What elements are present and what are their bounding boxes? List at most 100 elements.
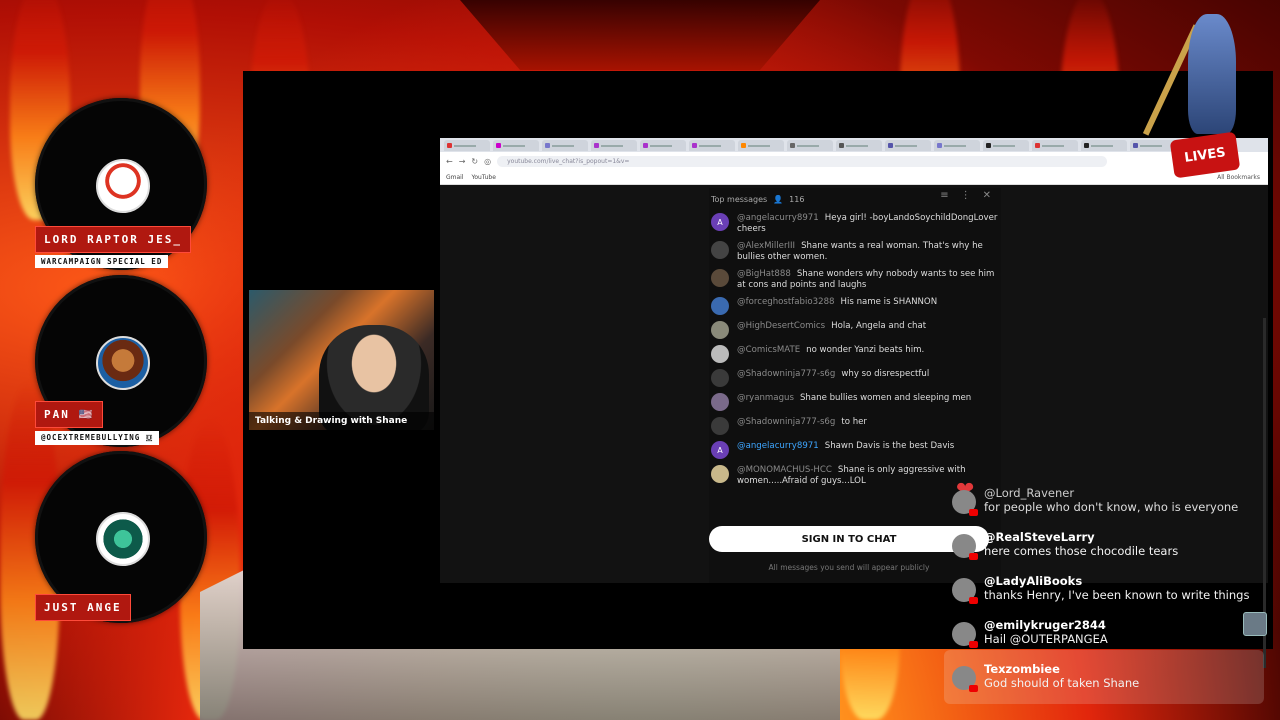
- avatar: [711, 297, 729, 315]
- viewer-icon: 👤: [773, 194, 784, 204]
- streamer-card: LORD RAPTOR JES_ WARCAMPAIGN SPECIAL ED: [35, 98, 207, 270]
- browser-tab[interactable]: [1081, 140, 1127, 151]
- browser-tab[interactable]: [542, 140, 588, 151]
- overlay-message-body: @RealSteveLarry here comes those chocodil…: [984, 530, 1178, 558]
- chat-text: to her: [841, 417, 867, 427]
- avatar: [96, 159, 150, 213]
- avatar: [952, 622, 978, 648]
- reload-icon[interactable]: ↻: [471, 157, 478, 166]
- chat-message: @BigHat888 Shane wonders why nobody wants…: [709, 266, 1001, 294]
- avatar: [711, 465, 729, 483]
- chat-message: @forceghostfabio3288 His name is SHANNON: [709, 294, 1001, 318]
- overlay-chat-text: Hail @OUTERPANGEA: [984, 632, 1108, 646]
- stream-chat-overlay: @Lord_Ravener for people who don't know, …: [944, 480, 1264, 704]
- streamer-subtitle: WARCAMPAIGN SPECIAL ED: [35, 255, 169, 268]
- chat-author[interactable]: @ComicsMATE: [737, 345, 800, 355]
- streamer-subtitle: @OCEXTREMEBULLYING 🇺: [35, 431, 160, 445]
- streamer-name: JUST ANGE: [35, 594, 131, 621]
- back-icon[interactable]: ←: [446, 157, 453, 166]
- browser-tab-strip: [440, 138, 1268, 152]
- browser-tab[interactable]: [836, 140, 882, 151]
- chat-text: Shane bullies women and sleeping men: [799, 393, 972, 403]
- browser-tab[interactable]: [1130, 140, 1176, 151]
- browser-tab[interactable]: [983, 140, 1029, 151]
- avatar: [711, 393, 729, 411]
- chat-header: Top messages 👤 116 ≡ ⋮ ✕: [709, 188, 1001, 210]
- overlay-chat-author: Texzombiee: [984, 662, 1060, 676]
- avatar: [711, 241, 729, 259]
- chat-message: @ComicsMATE no wonder Yanzi beats him.: [709, 342, 1001, 366]
- chat-message-body: @ryanmagus Shane bullies women and sleepi…: [737, 393, 971, 404]
- browser-tab[interactable]: [591, 140, 637, 151]
- browser-tab[interactable]: [787, 140, 833, 151]
- browser-tab[interactable]: [493, 140, 539, 151]
- webcam-caption: Talking & Drawing with Shane Davis: [249, 412, 434, 430]
- chat-message: @Shadowninja777-s6g to her: [709, 414, 1001, 438]
- chat-message-body: @angelacurry8971 Shawn Davis is the best …: [737, 441, 954, 452]
- chat-mode-dropdown[interactable]: Top messages: [711, 195, 767, 204]
- close-icon[interactable]: ✕: [983, 190, 991, 201]
- browser-tab[interactable]: [444, 140, 490, 151]
- forward-icon[interactable]: →: [459, 157, 466, 166]
- avatar: [711, 321, 729, 339]
- viewer-count: 116: [789, 194, 805, 204]
- chat-author[interactable]: @HighDesertComics: [737, 321, 825, 331]
- avatar: [711, 269, 729, 287]
- url-field[interactable]: youtube.com/live_chat?is_popout=1&v=: [497, 155, 1108, 167]
- chat-text: His name is SHANNON: [840, 297, 938, 307]
- browser-tab[interactable]: [640, 140, 686, 151]
- chat-message-body: @angelacurry8971 Heya girl! -boyLandoSoyc…: [737, 213, 999, 235]
- overlay-chat-text: God should of taken Shane: [984, 676, 1140, 690]
- chat-author[interactable]: @Shadowninja777-s6g: [737, 369, 835, 379]
- avatar: [952, 534, 978, 560]
- avatar: [952, 490, 978, 516]
- chat-message: @AlexMillerIII Shane wants a real woman. …: [709, 238, 1001, 266]
- chat-text: Hola, Angela and chat: [831, 321, 927, 331]
- overlay-message-body: @LadyAliBooks thanks Henry, I've been kno…: [984, 574, 1249, 602]
- browser-tab[interactable]: [934, 140, 980, 151]
- overlay-chat-message: @RealSteveLarry here comes those chocodil…: [952, 530, 1262, 560]
- chat-author[interactable]: @MONOMACHUS-HCC: [737, 465, 832, 475]
- more-icon[interactable]: ⋮: [961, 190, 971, 201]
- chat-message-list: A @angelacurry8971 Heya girl! -boyLandoSoy…: [709, 210, 1001, 490]
- overlay-message-body: @Lord_Ravener for people who don't know, …: [984, 486, 1238, 514]
- chat-author[interactable]: @angelacurry8971: [737, 441, 819, 451]
- bookmark-item[interactable]: Gmail: [446, 174, 464, 181]
- chat-author[interactable]: @AlexMillerIII: [737, 241, 795, 251]
- chat-message: @ryanmagus Shane bullies women and sleepi…: [709, 390, 1001, 414]
- streamer-card: JUST ANGE: [35, 451, 207, 623]
- mascot-figure: [1188, 14, 1236, 134]
- streamer-card: PAN 🇺🇸 @OCEXTREMEBULLYING 🇺: [35, 275, 207, 447]
- avatar: [96, 512, 150, 566]
- chat-text: no wonder Yanzi beats him.: [806, 345, 925, 355]
- chat-author[interactable]: @ryanmagus: [737, 393, 794, 403]
- chat-author[interactable]: @Shadowninja777-s6g: [737, 417, 835, 427]
- site-info-icon[interactable]: ◎: [484, 157, 491, 166]
- chat-message-body: @AlexMillerIII Shane wants a real woman. …: [737, 241, 999, 263]
- avatar: A: [711, 213, 729, 231]
- overlay-chat-author: @emilykruger2844: [984, 618, 1106, 632]
- chat-message-body: @Shadowninja777-s6g why so disrespectful: [737, 369, 929, 380]
- webcam-feed: Talking & Drawing with Shane Davis: [249, 290, 434, 430]
- chat-author[interactable]: @angelacurry8971: [737, 213, 819, 223]
- chat-message-body: @forceghostfabio3288 His name is SHANNON: [737, 297, 937, 308]
- app-icon: [1243, 612, 1267, 636]
- overlay-chat-message: @LadyAliBooks thanks Henry, I've been kno…: [952, 574, 1262, 604]
- browser-tab[interactable]: [689, 140, 735, 151]
- all-bookmarks[interactable]: All Bookmarks: [1217, 174, 1260, 181]
- chat-author[interactable]: @forceghostfabio3288: [737, 297, 835, 307]
- avatar: [711, 369, 729, 387]
- overlay-chat-text: here comes those chocodile tears: [984, 544, 1179, 558]
- browser-tab[interactable]: [885, 140, 931, 151]
- browser-tab[interactable]: [1032, 140, 1078, 151]
- chat-author[interactable]: @BigHat888: [737, 269, 791, 279]
- overlay-chat-message: @emilykruger2844 Hail @OUTERPANGEA: [952, 618, 1262, 648]
- chat-message-body: @BigHat888 Shane wonders why nobody wants…: [737, 269, 999, 291]
- streamer-name: PAN 🇺🇸: [35, 401, 104, 428]
- browser-tab[interactable]: [738, 140, 784, 151]
- bookmark-item[interactable]: YouTube: [472, 174, 496, 181]
- menu-icon[interactable]: ≡: [940, 190, 948, 201]
- avatar: [711, 345, 729, 363]
- chat-message: A @angelacurry8971 Shawn Davis is the best…: [709, 438, 1001, 462]
- chat-text: why so disrespectful: [841, 369, 930, 379]
